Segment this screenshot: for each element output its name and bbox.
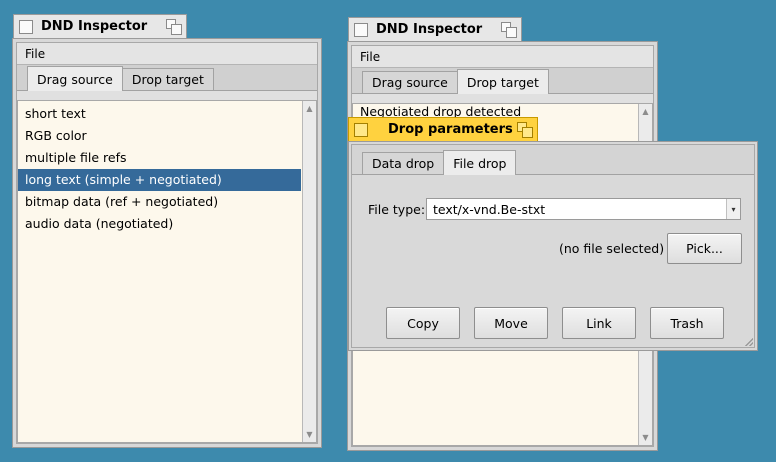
pick-button[interactable]: Pick... xyxy=(667,233,742,264)
resize-grip-icon[interactable] xyxy=(745,338,753,346)
move-button[interactable]: Move xyxy=(474,307,548,339)
drag-source-list[interactable]: short text RGB color multiple file refs lon… xyxy=(17,100,317,443)
list-item[interactable]: RGB color xyxy=(18,125,301,147)
tab-drag-source[interactable]: Drag source xyxy=(27,66,123,91)
file-type-select[interactable]: text/x-vnd.Be-stxt ▾ xyxy=(426,198,741,220)
close-box-icon[interactable] xyxy=(354,22,368,37)
tab-bar: Drag source Drop target xyxy=(17,65,317,91)
list-item[interactable]: long text (simple + negotiated) xyxy=(18,169,301,191)
window-title-tab[interactable]: DND Inspector xyxy=(348,17,522,41)
window-frame: File Drag source Drop target short text R… xyxy=(12,38,322,448)
scroll-down-arrow-icon[interactable]: ▼ xyxy=(639,431,652,444)
menu-bar: File xyxy=(17,43,317,65)
menu-file[interactable]: File xyxy=(25,47,45,61)
window-title-tab[interactable]: DND Inspector xyxy=(13,14,187,38)
window-title: DND Inspector xyxy=(41,19,148,34)
list-item[interactable]: multiple file refs xyxy=(18,147,301,169)
scroll-up-arrow-icon[interactable]: ▲ xyxy=(639,105,652,118)
list-item[interactable]: audio data (negotiated) xyxy=(18,213,301,235)
zoom-box-icon[interactable] xyxy=(166,18,182,35)
tab-bar: Drag source Drop target xyxy=(352,68,653,94)
scroll-up-arrow-icon[interactable]: ▲ xyxy=(303,102,316,115)
link-button[interactable]: Link xyxy=(562,307,636,339)
file-type-label: File type: xyxy=(368,202,426,217)
window-title: DND Inspector xyxy=(376,22,483,37)
tab-data-drop[interactable]: Data drop xyxy=(362,152,445,174)
zoom-box-icon[interactable] xyxy=(501,21,517,38)
no-file-selected-text: (no file selected) xyxy=(559,241,665,256)
copy-button[interactable]: Copy xyxy=(386,307,460,339)
dropdown-arrow-icon: ▾ xyxy=(726,199,740,219)
menu-file[interactable]: File xyxy=(360,50,380,64)
tab-file-drop[interactable]: File drop xyxy=(443,150,517,175)
trash-button[interactable]: Trash xyxy=(650,307,724,339)
tab-drag-source[interactable]: Drag source xyxy=(362,71,458,93)
close-box-icon[interactable] xyxy=(19,19,33,34)
scroll-down-arrow-icon[interactable]: ▼ xyxy=(303,428,316,441)
tab-drop-target[interactable]: Drop target xyxy=(121,68,214,90)
menu-bar: File xyxy=(352,46,653,68)
close-box-icon[interactable] xyxy=(354,122,368,137)
vertical-scrollbar[interactable]: ▲ ▼ xyxy=(302,101,316,442)
list-item[interactable]: bitmap data (ref + negotiated) xyxy=(18,191,301,213)
window-title: Drop parameters xyxy=(388,122,513,137)
file-type-value: text/x-vnd.Be-stxt xyxy=(433,201,546,217)
list-item[interactable]: short text xyxy=(18,103,301,125)
zoom-box-icon[interactable] xyxy=(517,121,533,138)
tab-bar: Data drop File drop xyxy=(352,145,754,175)
window-title-tab[interactable]: Drop parameters xyxy=(348,117,538,141)
tab-drop-target[interactable]: Drop target xyxy=(456,69,549,94)
window-frame: Data drop File drop File type: text/x-vn… xyxy=(348,141,758,351)
